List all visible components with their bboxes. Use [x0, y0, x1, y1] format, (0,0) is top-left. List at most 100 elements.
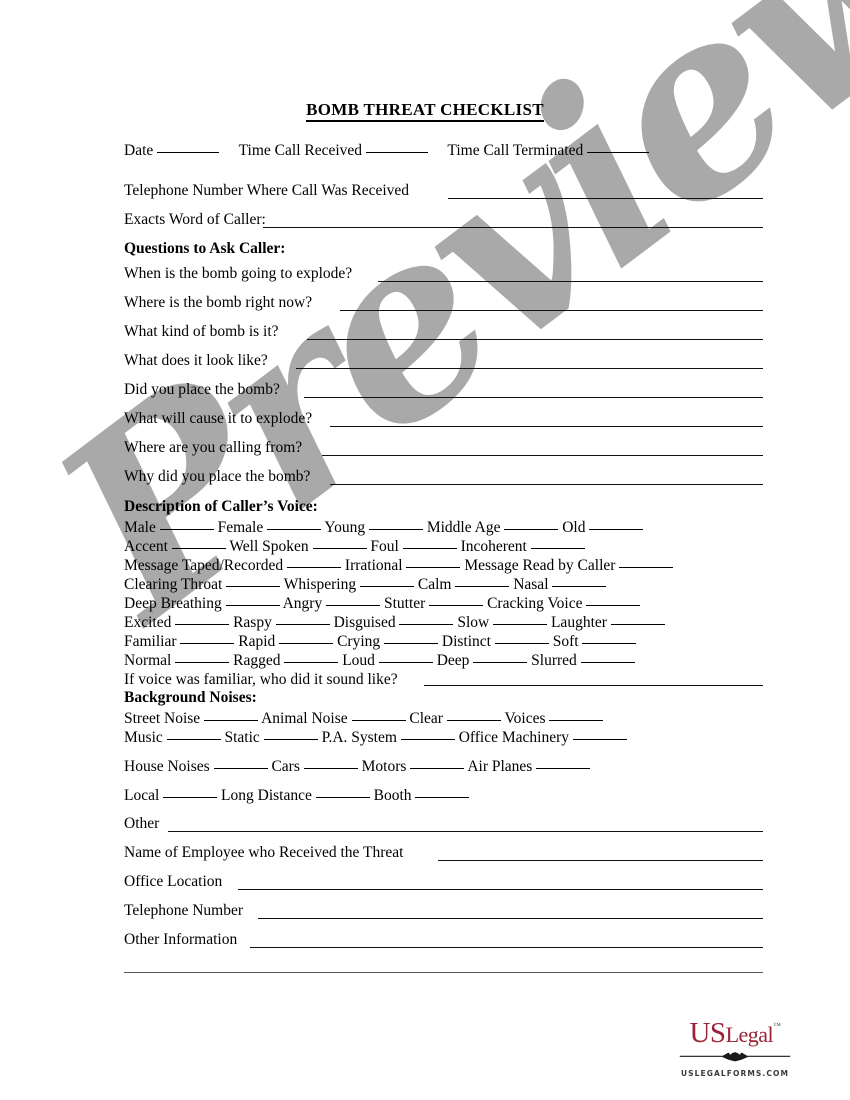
exact-words-label-row: Exacts Word of Caller: — [124, 211, 266, 229]
voice-blank[interactable] — [504, 529, 559, 530]
question-2-line[interactable] — [307, 339, 763, 340]
background-item-label: House Noises — [124, 758, 210, 775]
voice-row-2: Message Taped/Recorded Irrational Messag… — [124, 556, 674, 575]
voice-blank[interactable] — [226, 586, 281, 587]
office-location-line[interactable] — [238, 889, 763, 890]
voice-heading: Description of Caller’s Voice: — [124, 498, 318, 515]
voice-blank[interactable] — [284, 662, 339, 663]
logo-us-text: US — [689, 1017, 726, 1049]
voice-blank[interactable] — [175, 624, 230, 625]
voice-blank[interactable] — [493, 624, 548, 625]
voice-blank[interactable] — [378, 662, 433, 663]
voice-blank[interactable] — [287, 567, 342, 568]
background-blank[interactable] — [166, 739, 221, 740]
voice-item-label: Clearing Throat — [124, 576, 223, 593]
telephone-number-label: Telephone Number — [124, 902, 243, 919]
question-0-line[interactable] — [378, 281, 763, 282]
voice-item-label: Deep Breathing — [124, 595, 222, 612]
voice-blank[interactable] — [368, 529, 423, 530]
question-4-line[interactable] — [304, 397, 763, 398]
background-blank[interactable] — [415, 797, 470, 798]
background-blank[interactable] — [351, 720, 406, 721]
voice-blank[interactable] — [359, 586, 414, 587]
background-blank[interactable] — [263, 739, 318, 740]
voice-blank[interactable] — [159, 529, 214, 530]
voice-item-label: Cracking Voice — [487, 595, 583, 612]
voice-item-label: Irrational — [344, 557, 403, 574]
background-blank[interactable] — [410, 768, 465, 769]
background-blank[interactable] — [163, 797, 218, 798]
background-item-label: Long Distance — [221, 787, 312, 804]
logo-tagline: USLEGALFORMS.COM — [680, 1069, 790, 1078]
voice-blank[interactable] — [384, 643, 438, 644]
voice-blank[interactable] — [580, 662, 635, 663]
voice-blank[interactable] — [399, 624, 454, 625]
background-blank[interactable] — [446, 720, 501, 721]
background-item-label: Office Machinery — [458, 729, 570, 746]
trademark-symbol: ™ — [773, 1021, 781, 1030]
voice-blank[interactable] — [175, 662, 230, 663]
voice-blank[interactable] — [279, 643, 334, 644]
uslegal-wordmark: USLegal™ — [665, 1011, 805, 1050]
date-label: Date — [124, 142, 154, 159]
time-terminated-blank[interactable] — [587, 152, 650, 153]
voice-item-label: Incoherent — [460, 538, 527, 555]
question-1-line[interactable] — [340, 310, 763, 311]
background-blank[interactable] — [572, 739, 627, 740]
other-label: Other — [124, 815, 160, 832]
voice-blank[interactable] — [552, 586, 607, 587]
voice-blank[interactable] — [610, 624, 665, 625]
question-0-label: When is the bomb going to explode? — [124, 265, 353, 282]
question-3-line[interactable] — [296, 368, 763, 369]
background-blank[interactable] — [536, 768, 591, 769]
trailing-line[interactable] — [124, 972, 763, 973]
page-title: BOMB THREAT CHECKLIST — [0, 100, 850, 122]
background-blank[interactable] — [204, 720, 259, 721]
voice-blank[interactable] — [326, 605, 381, 606]
voice-blank[interactable] — [473, 662, 528, 663]
voice-item-label: Familiar — [124, 633, 177, 650]
familiar-question-line[interactable] — [424, 685, 763, 686]
background-blank[interactable] — [400, 739, 455, 740]
background-blank[interactable] — [549, 720, 604, 721]
question-6-line[interactable] — [322, 455, 763, 456]
voice-blank[interactable] — [455, 586, 510, 587]
voice-blank[interactable] — [589, 529, 644, 530]
other-line[interactable] — [168, 831, 763, 832]
voice-blank[interactable] — [530, 548, 585, 549]
voice-item-label: Rapid — [238, 633, 276, 650]
voice-blank[interactable] — [582, 643, 637, 644]
voice-item-label: Disguised — [333, 614, 396, 631]
background-heading: Background Noises: — [124, 689, 257, 706]
telephone-number-line[interactable] — [258, 918, 763, 919]
voice-blank[interactable] — [275, 624, 330, 625]
voice-blank[interactable] — [402, 548, 457, 549]
voice-blank[interactable] — [406, 567, 461, 568]
employee-name-line[interactable] — [438, 860, 763, 861]
voice-item-label: Stutter — [383, 595, 426, 612]
voice-blank[interactable] — [267, 529, 322, 530]
question-7-line[interactable] — [330, 484, 763, 485]
uslegal-logo: USLegal™ USLEGALFORMS.COM — [665, 1011, 805, 1078]
voice-blank[interactable] — [619, 567, 674, 568]
background-blank[interactable] — [213, 768, 268, 769]
phone-received-line[interactable] — [448, 198, 763, 199]
time-received-blank[interactable] — [365, 152, 428, 153]
background-item-label: Street Noise — [124, 710, 201, 727]
question-5-line[interactable] — [330, 426, 763, 427]
voice-item-label: Well Spoken — [229, 538, 309, 555]
voice-item-label: Excited — [124, 614, 172, 631]
voice-blank[interactable] — [586, 605, 641, 606]
other-information-line[interactable] — [250, 947, 763, 948]
exact-words-line[interactable] — [263, 227, 763, 228]
voice-blank[interactable] — [429, 605, 484, 606]
voice-blank[interactable] — [180, 643, 235, 644]
voice-blank[interactable] — [225, 605, 280, 606]
voice-blank[interactable] — [494, 643, 549, 644]
background-blank[interactable] — [315, 797, 370, 798]
date-blank[interactable] — [157, 152, 220, 153]
background-blank[interactable] — [303, 768, 358, 769]
background-item-label: Air Planes — [467, 758, 533, 775]
voice-blank[interactable] — [312, 548, 367, 549]
voice-blank[interactable] — [171, 548, 226, 549]
